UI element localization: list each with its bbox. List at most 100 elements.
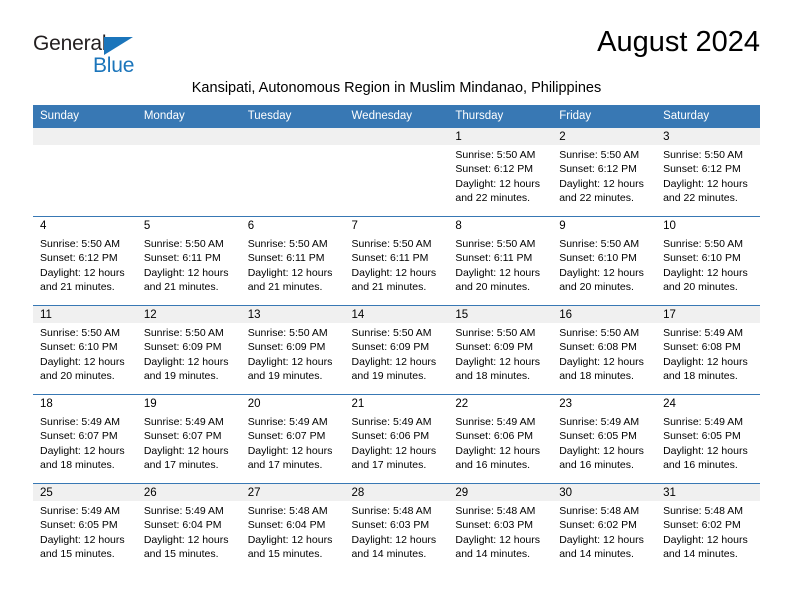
sunrise-time: Sunrise: 5:49 AM [455, 416, 536, 428]
calendar-week-row: 18 Sunrise: 5:49 AM Sunset: 6:07 PM Dayligh… [33, 394, 760, 483]
sunrise-time: Sunrise: 5:50 AM [143, 238, 224, 250]
calendar-cell-day[interactable]: 8 Sunrise: 5:50 AM Sunset: 6:11 PM Daylight… [448, 216, 553, 305]
calendar-cell-day[interactable]: 9 Sunrise: 5:50 AM Sunset: 6:10 PM Daylight… [552, 216, 657, 305]
sunset-time: Sunset: 6:04 PM [247, 519, 326, 532]
sunset-time: Sunset: 6:11 PM [455, 252, 533, 265]
calendar-cell-day[interactable]: 19 Sunrise: 5:49 AM Sunset: 6:07 PM Dayligh… [136, 394, 241, 483]
sunrise-time: Sunrise: 5:50 AM [40, 327, 120, 339]
sunrise-time: Sunrise: 5:50 AM [663, 238, 744, 250]
daylight-duration: Daylight: 12 hours [247, 533, 333, 546]
calendar-cell-day[interactable]: 30 Sunrise: 5:48 AM Sunset: 6:02 PM Dayligh… [552, 483, 657, 572]
day-number: 15 [455, 309, 469, 321]
calendar-cell-day[interactable]: 20 Sunrise: 5:49 AM Sunset: 6:07 PM Dayligh… [240, 394, 345, 483]
sunset-time: Sunset: 6:11 PM [247, 252, 325, 265]
sunrise-time: Sunrise: 5:50 AM [559, 149, 640, 161]
daylight-duration: Daylight: 12 hours [247, 355, 333, 368]
calendar-cell-day[interactable]: 4 Sunrise: 5:50 AM Sunset: 6:12 PM Daylight… [33, 216, 137, 305]
sunrise-time: Sunrise: 5:50 AM [663, 149, 744, 161]
calendar-cell-day[interactable]: 12 Sunrise: 5:50 AM Sunset: 6:09 PM Dayligh… [136, 305, 241, 394]
calendar-cell-day[interactable]: 3 Sunrise: 5:50 AM Sunset: 6:12 PM Daylight… [656, 127, 760, 216]
calendar-cell-day[interactable]: 13 Sunrise: 5:50 AM Sunset: 6:09 PM Dayligh… [240, 305, 345, 394]
calendar-cell-day[interactable]: 7 Sunrise: 5:50 AM Sunset: 6:11 PM Daylight… [344, 216, 449, 305]
calendar-cell-day[interactable]: 25 Sunrise: 5:49 AM Sunset: 6:05 PM Dayligh… [33, 483, 137, 572]
daylight-duration: Daylight: 12 hours [663, 266, 748, 279]
calendar-cell-day[interactable]: 14 Sunrise: 5:50 AM Sunset: 6:09 PM Dayligh… [344, 305, 449, 394]
daylight-duration: and 19 minutes. [351, 370, 427, 383]
sunrise-time: Sunrise: 5:50 AM [247, 327, 328, 339]
day-number: 16 [559, 309, 573, 321]
logo-triangle-icon [104, 37, 133, 55]
daylight-duration: Daylight: 12 hours [455, 444, 541, 457]
daylight-duration: Daylight: 12 hours [40, 444, 125, 457]
calendar-cell-day[interactable]: 26 Sunrise: 5:49 AM Sunset: 6:04 PM Dayligh… [136, 483, 241, 572]
calendar-cell-empty [136, 127, 241, 216]
calendar-cell-day[interactable]: 1 Sunrise: 5:50 AM Sunset: 6:12 PM Daylight… [448, 127, 553, 216]
calendar-page: General Blue August 2024 Kansipati, Auto… [0, 0, 792, 612]
sunset-time: Sunset: 6:12 PM [559, 163, 637, 176]
calendar-cell-day[interactable]: 6 Sunrise: 5:50 AM Sunset: 6:11 PM Daylight… [240, 216, 345, 305]
weekday-header-sunday: Sunday [33, 105, 137, 127]
daylight-duration: Daylight: 12 hours [663, 533, 748, 546]
sunset-time: Sunset: 6:10 PM [559, 252, 637, 265]
daylight-duration: and 22 minutes. [559, 192, 634, 205]
sunset-time: Sunset: 6:02 PM [559, 519, 637, 532]
daylight-duration: Daylight: 12 hours [247, 444, 333, 457]
calendar-cell-day[interactable]: 16 Sunrise: 5:50 AM Sunset: 6:08 PM Dayligh… [552, 305, 657, 394]
daylight-duration: Daylight: 12 hours [559, 266, 644, 279]
calendar-cell-day[interactable]: 2 Sunrise: 5:50 AM Sunset: 6:12 PM Daylight… [552, 127, 657, 216]
day-number: 8 [455, 220, 462, 232]
daylight-duration: Daylight: 12 hours [40, 533, 125, 546]
day-number: 20 [247, 398, 261, 410]
daylight-duration: Daylight: 12 hours [559, 444, 644, 457]
calendar-cell-day[interactable]: 15 Sunrise: 5:50 AM Sunset: 6:09 PM Dayligh… [448, 305, 553, 394]
calendar-cell-day[interactable]: 31 Sunrise: 5:48 AM Sunset: 6:02 PM Dayligh… [656, 483, 760, 572]
sunrise-sunset-calendar: Sunday Monday Tuesday Wednesday Thursday… [33, 105, 760, 572]
calendar-cell-day[interactable]: 29 Sunrise: 5:48 AM Sunset: 6:03 PM Dayligh… [448, 483, 553, 572]
sunrise-time: Sunrise: 5:50 AM [143, 327, 224, 339]
daylight-duration: Daylight: 12 hours [40, 266, 125, 279]
sunset-time: Sunset: 6:07 PM [40, 430, 118, 443]
calendar-cell-day[interactable]: 11 Sunrise: 5:50 AM Sunset: 6:10 PM Dayligh… [33, 305, 137, 394]
day-number: 25 [40, 487, 53, 499]
calendar-cell-day[interactable]: 5 Sunrise: 5:50 AM Sunset: 6:11 PM Daylight… [136, 216, 241, 305]
daylight-duration: and 18 minutes. [663, 370, 738, 383]
daylight-duration: and 20 minutes. [663, 281, 738, 294]
calendar-cell-day[interactable]: 18 Sunrise: 5:49 AM Sunset: 6:07 PM Dayligh… [33, 394, 137, 483]
calendar-cell-day[interactable]: 21 Sunrise: 5:49 AM Sunset: 6:06 PM Dayligh… [344, 394, 449, 483]
day-number: 5 [143, 220, 151, 232]
sunset-time: Sunset: 6:09 PM [351, 341, 430, 354]
calendar-cell-day[interactable]: 17 Sunrise: 5:49 AM Sunset: 6:08 PM Dayligh… [656, 305, 760, 394]
daylight-duration: Daylight: 12 hours [351, 533, 437, 546]
sunset-time: Sunset: 6:05 PM [40, 519, 118, 532]
calendar-week-row: 25 Sunrise: 5:49 AM Sunset: 6:05 PM Dayligh… [33, 483, 760, 572]
daylight-duration: and 20 minutes. [455, 281, 531, 294]
daylight-duration: and 17 minutes. [143, 459, 219, 472]
calendar-cell-day[interactable]: 28 Sunrise: 5:48 AM Sunset: 6:03 PM Dayligh… [344, 483, 449, 572]
daylight-duration: Daylight: 12 hours [559, 177, 644, 190]
sunset-time: Sunset: 6:09 PM [455, 341, 534, 354]
sunrise-time: Sunrise: 5:49 AM [351, 416, 432, 428]
sunrise-time: Sunrise: 5:50 AM [559, 238, 640, 250]
calendar-cell-day[interactable]: 23 Sunrise: 5:49 AM Sunset: 6:05 PM Dayligh… [552, 394, 657, 483]
sunset-time: Sunset: 6:10 PM [40, 341, 118, 354]
daylight-duration: Daylight: 12 hours [143, 444, 229, 457]
calendar-cell-day[interactable]: 22 Sunrise: 5:49 AM Sunset: 6:06 PM Dayligh… [448, 394, 553, 483]
daylight-duration: and 21 minutes. [351, 281, 427, 294]
sunset-time: Sunset: 6:09 PM [143, 341, 222, 354]
day-number [137, 128, 241, 130]
sunrise-time: Sunrise: 5:49 AM [663, 416, 744, 428]
sunrise-time: Sunrise: 5:48 AM [455, 505, 536, 517]
calendar-cell-day[interactable]: 24 Sunrise: 5:49 AM Sunset: 6:05 PM Dayligh… [656, 394, 760, 483]
general-blue-logo[interactable]: General Blue [33, 32, 213, 84]
calendar-cell-day[interactable]: 27 Sunrise: 5:48 AM Sunset: 6:04 PM Dayligh… [240, 483, 345, 572]
daylight-duration: and 18 minutes. [455, 370, 531, 383]
sunset-time: Sunset: 6:12 PM [663, 163, 741, 176]
sunrise-time: Sunrise: 5:50 AM [247, 238, 328, 250]
sunset-time: Sunset: 6:11 PM [351, 252, 429, 265]
calendar-cell-day[interactable]: 10 Sunrise: 5:50 AM Sunset: 6:10 PM Dayligh… [656, 216, 760, 305]
daylight-duration: and 21 minutes. [143, 281, 219, 294]
day-number: 22 [455, 398, 469, 410]
day-number: 29 [455, 487, 469, 499]
sunset-time: Sunset: 6:03 PM [351, 519, 430, 532]
sunrise-time: Sunrise: 5:48 AM [247, 505, 328, 517]
